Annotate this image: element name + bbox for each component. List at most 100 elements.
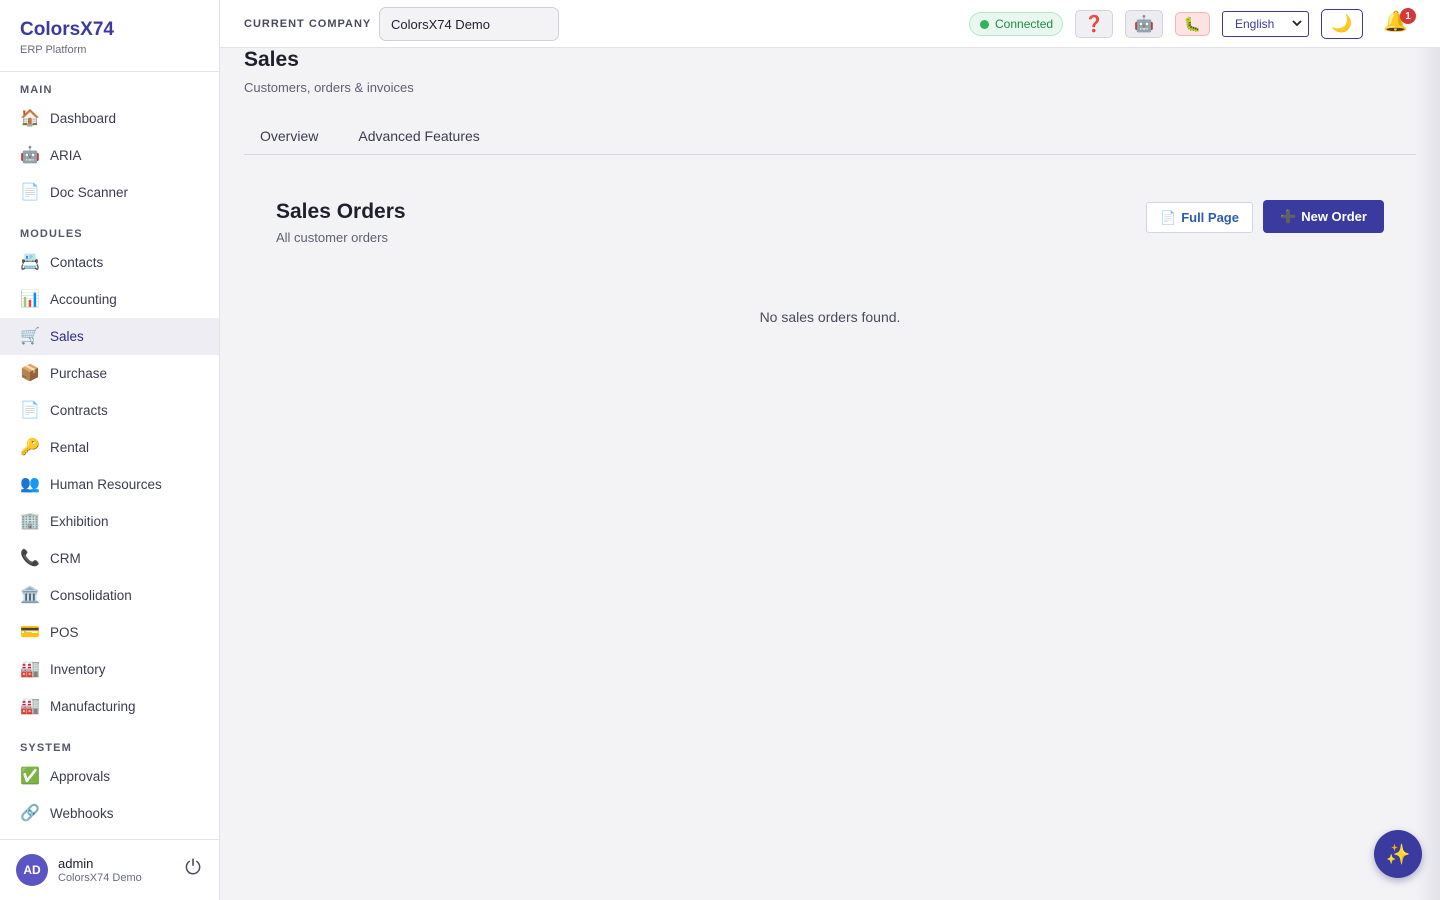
- sidebar: ColorsX74 ERP Platform MAIN 🏠 Dashboard 🤖 AR…: [0, 0, 220, 900]
- full-page-label: Full Page: [1181, 210, 1239, 225]
- user-panel: AD admin ColorsX74 Demo ⏻: [0, 839, 219, 900]
- full-page-button[interactable]: 📄 Full Page: [1146, 202, 1253, 233]
- sidebar-item-contacts[interactable]: 📇 Contacts: [0, 244, 219, 281]
- sidebar-item-human-resources[interactable]: 👥 Human Resources: [0, 466, 219, 503]
- brand-subtitle: ERP Platform: [20, 44, 87, 56]
- sidebar-nav: MAIN 🏠 Dashboard 🤖 ARIA 📄 Doc Scanner MODULES 📇 C…: [0, 72, 219, 839]
- empty-state-message: No sales orders found.: [759, 309, 901, 325]
- chevron-down-icon: [1292, 20, 1302, 27]
- sidebar-item-label: Webhooks: [50, 806, 114, 821]
- check-mark-icon: ✅: [20, 767, 40, 785]
- tab-bar: Overview Advanced Features: [244, 117, 1416, 155]
- sidebar-item-label: Accounting: [50, 292, 117, 307]
- ai-assistant-fab[interactable]: ✨: [1374, 830, 1422, 878]
- bug-icon: 🐛: [1183, 15, 1202, 32]
- sidebar-item-label: ARIA: [50, 148, 82, 163]
- sidebar-item-label: Inventory: [50, 662, 106, 677]
- sidebar-item-approvals[interactable]: ✅ Approvals: [0, 758, 219, 795]
- brand-name[interactable]: ColorsX74: [20, 19, 199, 41]
- document-icon: 📄: [20, 183, 40, 201]
- theme-toggle-button[interactable]: 🌙: [1321, 9, 1363, 39]
- connection-status-badge: Connected: [969, 12, 1063, 36]
- sparkles-icon: ✨: [1385, 843, 1411, 866]
- new-order-label: New Order: [1301, 209, 1367, 224]
- sidebar-item-dashboard[interactable]: 🏠 Dashboard: [0, 100, 219, 137]
- sidebar-item-label: Manufacturing: [50, 699, 136, 714]
- sidebar-item-label: Dashboard: [50, 111, 117, 126]
- help-button[interactable]: ❓: [1075, 10, 1113, 38]
- factory-icon: 🏭: [20, 660, 40, 678]
- sidebar-item-label: CRM: [50, 551, 81, 566]
- robot-icon: 🤖: [20, 146, 40, 164]
- sidebar-item-webhooks[interactable]: 🔗 Webhooks: [0, 795, 219, 832]
- sidebar-item-consolidation[interactable]: 🏛️ Consolidation: [0, 577, 219, 614]
- avatar[interactable]: AD: [16, 854, 48, 886]
- notification-count-badge: 1: [1400, 8, 1416, 24]
- question-mark-icon: ❓: [1084, 16, 1104, 33]
- sidebar-item-aria[interactable]: 🤖 ARIA: [0, 137, 219, 174]
- sidebar-item-exhibition[interactable]: 🏢 Exhibition: [0, 503, 219, 540]
- sidebar-item-rental[interactable]: 🔑 Rental: [0, 429, 219, 466]
- phone-icon: 📞: [20, 549, 40, 567]
- sidebar-item-purchase[interactable]: 📦 Purchase: [0, 355, 219, 392]
- power-icon[interactable]: ⏻: [185, 858, 201, 878]
- bar-chart-icon: 📊: [20, 290, 40, 308]
- tab-advanced-features[interactable]: Advanced Features: [342, 117, 495, 154]
- orders-subtitle: All customer orders: [276, 230, 388, 245]
- document-icon: 📄: [20, 401, 40, 419]
- sidebar-item-label: Contacts: [50, 255, 104, 270]
- main-content: Sales Customers, orders & invoices Overv…: [244, 48, 1416, 325]
- document-icon: 📄: [1160, 209, 1177, 225]
- sidebar-item-label: Sales: [50, 329, 84, 344]
- sidebar-item-pos[interactable]: 💳 POS: [0, 614, 219, 651]
- office-building-icon: 🏢: [20, 512, 40, 530]
- company-select[interactable]: ColorsX74 Demo: [379, 7, 559, 41]
- sidebar-item-accounting[interactable]: 📊 Accounting: [0, 281, 219, 318]
- home-icon: 🏠: [20, 109, 40, 127]
- shopping-cart-icon: 🛒: [20, 327, 40, 345]
- sidebar-item-label: POS: [50, 625, 79, 640]
- sidebar-item-label: Contracts: [50, 403, 108, 418]
- people-icon: 👥: [20, 475, 40, 493]
- report-bug-button[interactable]: 🐛: [1175, 12, 1210, 36]
- connection-status-text: Connected: [995, 17, 1054, 31]
- sidebar-item-label: Doc Scanner: [50, 185, 129, 200]
- sidebar-item-contracts[interactable]: 📄 Contracts: [0, 392, 219, 429]
- sidebar-item-doc-scanner[interactable]: 📄 Doc Scanner: [0, 174, 219, 211]
- language-select[interactable]: English: [1222, 11, 1309, 37]
- sidebar-item-label: Purchase: [50, 366, 108, 381]
- status-dot-icon: [980, 19, 989, 29]
- sidebar-item-crm[interactable]: 📞 CRM: [0, 540, 219, 577]
- factory-icon: 🏭: [20, 697, 40, 715]
- sidebar-item-label: Exhibition: [50, 514, 109, 529]
- nav-section-system: SYSTEM: [20, 742, 72, 754]
- package-icon: 📦: [20, 364, 40, 382]
- sidebar-item-label: Rental: [50, 440, 90, 455]
- sidebar-item-manufacturing[interactable]: 🏭 Manufacturing: [0, 688, 219, 725]
- classical-building-icon: 🏛️: [20, 586, 40, 604]
- sidebar-item-label: Consolidation: [50, 588, 132, 603]
- tab-overview[interactable]: Overview: [244, 117, 334, 154]
- new-order-button[interactable]: ➕ New Order: [1263, 200, 1384, 233]
- nav-section-modules: MODULES: [20, 228, 83, 240]
- link-icon: 🔗: [20, 804, 40, 822]
- sidebar-item-label: Human Resources: [50, 477, 162, 492]
- sidebar-item-inventory[interactable]: 🏭 Inventory: [0, 651, 219, 688]
- topbar: CURRENT COMPANY ColorsX74 Demo Connected…: [220, 0, 1440, 48]
- page-subtitle: Customers, orders & invoices: [244, 80, 414, 95]
- brand: ColorsX74 ERP Platform: [0, 0, 219, 72]
- key-icon: 🔑: [20, 438, 40, 456]
- language-value: English: [1235, 17, 1275, 31]
- scroll-shadow: [1416, 48, 1440, 900]
- plus-icon: ➕: [1280, 208, 1297, 224]
- page-title: Sales: [244, 48, 299, 71]
- sidebar-item-label: Approvals: [50, 769, 111, 784]
- sidebar-item-sales[interactable]: 🛒 Sales: [0, 318, 219, 355]
- user-name: admin: [58, 856, 94, 871]
- card-index-icon: 📇: [20, 253, 40, 271]
- nav-section-main: MAIN: [20, 84, 53, 96]
- company-label: CURRENT COMPANY: [244, 18, 372, 30]
- moon-icon: 🌙: [1331, 14, 1353, 33]
- assistant-button[interactable]: 🤖: [1125, 10, 1163, 38]
- user-company: ColorsX74 Demo: [58, 872, 142, 884]
